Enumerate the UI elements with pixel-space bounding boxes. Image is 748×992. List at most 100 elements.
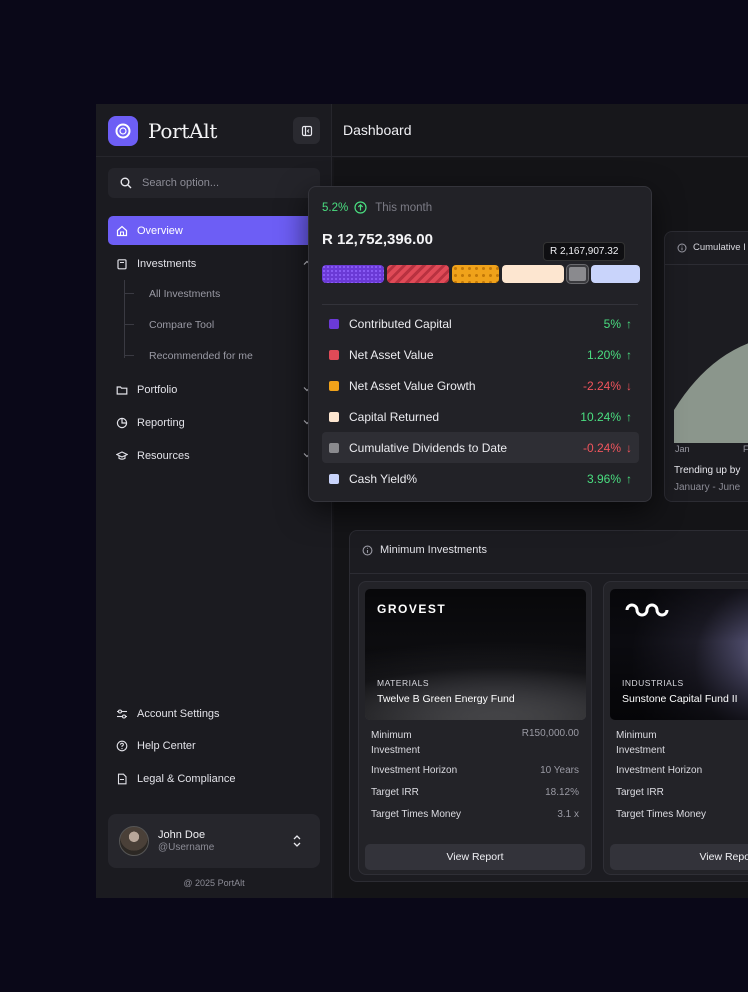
segment-tooltip: R 2,167,907.32: [543, 242, 626, 261]
card-title-text: Cumulative I: [693, 242, 746, 253]
secondary-nav: Account Settings Help Center Legal & Com…: [108, 699, 320, 793]
legend-value-text: -2.24%: [582, 378, 621, 393]
infinity-logo-icon: [625, 603, 669, 617]
brand[interactable]: PortAlt: [108, 116, 217, 146]
segment-net-asset-value[interactable]: [387, 265, 449, 283]
legend-row[interactable]: Capital Returned 10.24% ↑: [322, 401, 639, 432]
grovest-logo: GROVEST: [377, 602, 447, 616]
document-icon: [117, 773, 127, 784]
arrow-up-icon: ↑: [626, 316, 632, 331]
arrow-up-icon: ↑: [626, 347, 632, 362]
area-series: [674, 343, 748, 443]
legend-row[interactable]: Cash Yield% 3.96% ↑: [322, 463, 639, 494]
legend-swatch: [329, 349, 339, 360]
legend-value: 3.96% ↑: [587, 472, 632, 486]
fund-row: Investment Horizon: [616, 765, 748, 787]
change-period: This month: [375, 201, 433, 214]
card-title: Cumulative I: [677, 242, 746, 253]
graduation-cap-icon: [116, 450, 128, 460]
area-chart: [674, 343, 748, 443]
sidebar-item-label: Help Center: [137, 740, 196, 752]
submenu-compare-tool[interactable]: Compare Tool: [149, 309, 320, 340]
search-input[interactable]: Search option...: [108, 168, 320, 198]
card-header: Minimum Investments: [362, 544, 487, 556]
legend-label: Contributed Capital: [349, 316, 452, 331]
sidebar: PortAlt Search option... Overview Invest…: [96, 104, 332, 898]
home-icon: [116, 225, 128, 236]
legend-row-highlighted[interactable]: Cumulative Dividends to Date -0.24% ↓: [322, 432, 639, 463]
fund-card[interactable]: INDUSTRIALS Sunstone Capital Fund II Min…: [603, 581, 748, 875]
sidebar-item-portfolio[interactable]: Portfolio: [108, 375, 320, 404]
legend-value-text: 10.24%: [580, 409, 621, 424]
sidebar-item-label: Investments: [137, 257, 197, 270]
tree-line: [124, 280, 125, 358]
toggle-sidebar-button[interactable]: [293, 117, 320, 144]
sidebar-item-account-settings[interactable]: Account Settings: [108, 699, 320, 728]
view-report-button[interactable]: View Report: [365, 844, 585, 870]
fund-name: Twelve B Green Energy Fund: [377, 693, 515, 705]
sidebar-item-reporting[interactable]: Reporting: [108, 408, 320, 437]
legend-swatch: [329, 473, 339, 484]
submenu-all-investments[interactable]: All Investments: [149, 278, 320, 309]
segment-contributed-capital[interactable]: [322, 265, 384, 283]
user-profile-card[interactable]: John Doe @Username: [108, 814, 320, 868]
info-icon: [362, 545, 373, 555]
row-label: Target Times Money: [616, 809, 707, 820]
folder-icon: [116, 385, 128, 395]
legend-value: 10.24% ↑: [580, 410, 632, 424]
legend-row[interactable]: Net Asset Value Growth -2.24% ↓: [322, 370, 639, 401]
sidebar-item-label: Reporting: [137, 416, 185, 429]
segment-capital-returned[interactable]: [502, 265, 564, 283]
arrow-down-icon: ↓: [626, 440, 632, 455]
cumulative-chart-card: Cumulative I Jan F Trending up by Januar…: [664, 231, 748, 502]
legend-value-text: 1.20%: [586, 347, 621, 362]
x-tick-label: Jan: [675, 444, 690, 454]
legend-value-text: 3.96%: [586, 471, 621, 486]
search-placeholder: Search option...: [142, 177, 220, 189]
legend-value-text: 5%: [603, 316, 621, 331]
fund-row: Target Times Money: [616, 809, 748, 831]
page-title: Dashboard: [343, 122, 412, 138]
sidebar-item-help-center[interactable]: Help Center: [108, 732, 320, 761]
brand-name: PortAlt: [148, 119, 218, 143]
allocation-bar: [322, 264, 640, 284]
row-value: 10 Years: [540, 765, 579, 776]
tree-tick: [124, 355, 134, 356]
legend-swatch: [329, 380, 339, 391]
chevron-up-down-icon[interactable]: [292, 834, 302, 848]
fund-card[interactable]: GROVEST MATERIALS Twelve B Green Energy …: [358, 581, 592, 875]
fund-row: Minimum Investment R150,000.00: [371, 728, 579, 765]
row-label: Minimum Investment: [371, 730, 420, 756]
divider: [332, 156, 748, 157]
legend-row[interactable]: Contributed Capital 5% ↑: [322, 308, 639, 339]
sidebar-item-resources[interactable]: Resources: [108, 441, 320, 470]
segment-cumulative-dividends[interactable]: [566, 264, 589, 284]
arrow-down-icon: ↓: [626, 378, 632, 393]
row-label: Target Times Money: [371, 809, 462, 820]
sidebar-item-legal-compliance[interactable]: Legal & Compliance: [108, 764, 320, 793]
fund-row: Target IRR 18.12%: [371, 787, 579, 809]
view-report-button[interactable]: View Report: [610, 844, 748, 870]
legend-label: Cumulative Dividends to Date: [349, 440, 508, 455]
sliders-icon: [117, 708, 127, 719]
fund-row: Target Times Money 3.1 x: [371, 809, 579, 831]
submenu-recommended[interactable]: Recommended for me: [149, 340, 320, 371]
sidebar-item-label: Resources: [137, 449, 190, 462]
row-value: R150,000.00: [521, 728, 579, 739]
legend-row[interactable]: Net Asset Value 1.20% ↑: [322, 339, 639, 370]
sidebar-toggle-icon: [301, 125, 312, 136]
help-circle-icon: [116, 740, 128, 752]
segment-cash-yield[interactable]: [591, 265, 640, 283]
sidebar-item-label: Overview: [137, 224, 183, 237]
fund-details: Minimum Investment Investment Horizon Ta…: [616, 728, 748, 831]
search-icon: [120, 177, 132, 189]
legend-value: -2.24% ↓: [583, 379, 632, 393]
legend-value-text: -0.24%: [582, 440, 621, 455]
row-label: Investment Horizon: [371, 765, 458, 776]
tree-tick: [124, 293, 134, 294]
x-tick-label: F: [743, 444, 748, 454]
sidebar-item-investments[interactable]: Investments: [108, 249, 320, 278]
legend-value: 5% ↑: [604, 317, 632, 331]
sidebar-item-overview[interactable]: Overview: [108, 216, 332, 245]
segment-nav-growth[interactable]: [452, 265, 499, 283]
